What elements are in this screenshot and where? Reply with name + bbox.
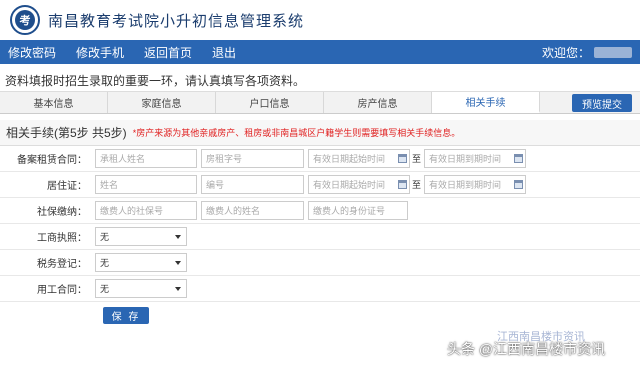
chevron-down-icon xyxy=(175,287,181,291)
tab-property-info[interactable]: 房产信息 xyxy=(324,92,432,113)
step-tabs: 基本信息 家庭信息 户口信息 房产信息 相关手续 预览提交 xyxy=(0,92,640,114)
tax-registration-row: 税务登记： 无 xyxy=(0,250,640,276)
welcome-area: 欢迎您： xyxy=(542,40,632,64)
employment-contract-row: 用工合同： 无 xyxy=(0,276,640,302)
residence-permit-row: 居住证： 姓名 编号 有效日期起始时间 至 有效日期到期时间 xyxy=(0,172,640,198)
residence-end-date-input[interactable]: 有效日期到期时间 xyxy=(424,175,527,194)
chevron-down-icon xyxy=(175,235,181,239)
nav-change-password[interactable]: 修改密码 xyxy=(8,44,56,61)
date-range-to-label: 至 xyxy=(412,180,422,190)
chevron-down-icon xyxy=(175,261,181,265)
social-security-number-input[interactable]: 缴费人的社保号 xyxy=(95,201,197,220)
step-note: *房产来源为其他亲戚房产、租房或非南昌城区户籍学生则需要填写相关手续信息。 xyxy=(132,128,461,138)
tab-related-procedures[interactable]: 相关手续 xyxy=(432,92,540,113)
calendar-icon[interactable] xyxy=(398,154,407,163)
employment-contract-label: 用工合同： xyxy=(37,285,87,296)
lease-start-date-input[interactable]: 有效日期起始时间 xyxy=(308,149,410,168)
tax-registration-select[interactable]: 无 xyxy=(95,253,187,272)
lease-contract-row: 备案租赁合同： 承租人姓名 房租字号 有效日期起始时间 至 有效日期到期时间 xyxy=(0,146,640,172)
nav-change-phone[interactable]: 修改手机 xyxy=(76,44,124,61)
tax-registration-label: 税务登记： xyxy=(37,259,87,270)
tab-family-info[interactable]: 家庭信息 xyxy=(108,92,216,113)
lessee-name-input[interactable]: 承租人姓名 xyxy=(95,149,197,168)
lease-end-date-placeholder: 有效日期到期时间 xyxy=(429,154,502,164)
date-range-to-label: 至 xyxy=(412,154,422,164)
step-header: 相关手续(第5步 共5步) *房产来源为其他亲戚房产、租房或非南昌城区户籍学生则… xyxy=(0,120,640,146)
calendar-icon[interactable] xyxy=(398,180,407,189)
lease-start-date-placeholder: 有效日期起始时间 xyxy=(313,154,386,164)
employment-contract-value: 无 xyxy=(100,284,110,294)
payer-name-input[interactable]: 缴费人的姓名 xyxy=(201,201,304,220)
calendar-icon[interactable] xyxy=(514,154,524,163)
username-redacted xyxy=(594,46,632,58)
preview-submit-button[interactable]: 预览提交 xyxy=(572,94,632,112)
business-license-select[interactable]: 无 xyxy=(95,227,187,246)
tab-basic-info[interactable]: 基本信息 xyxy=(0,92,108,113)
business-license-row: 工商执照： 无 xyxy=(0,224,640,250)
save-row: 保 存 xyxy=(0,302,640,328)
residence-start-date-input[interactable]: 有效日期起始时间 xyxy=(308,175,410,194)
lease-contract-label: 备案租赁合同： xyxy=(17,155,87,166)
step-title: 相关手续(第5步 共5步) xyxy=(6,126,127,140)
procedures-form: 备案租赁合同： 承租人姓名 房租字号 有效日期起始时间 至 有效日期到期时间 居… xyxy=(0,146,640,328)
tab-household-info[interactable]: 户口信息 xyxy=(216,92,324,113)
social-security-label: 社保缴纳： xyxy=(37,207,87,218)
payer-id-input[interactable]: 缴费人的身份证号 xyxy=(308,201,408,220)
notice-text: 资料填报时招生录取的重要一环，请认真填写各项资料。 xyxy=(0,70,640,92)
lease-number-input[interactable]: 房租字号 xyxy=(201,149,304,168)
calendar-icon[interactable] xyxy=(514,180,524,189)
lease-end-date-input[interactable]: 有效日期到期时间 xyxy=(424,149,527,168)
residence-name-input[interactable]: 姓名 xyxy=(95,175,197,194)
app-title: 南昌教育考试院小升初信息管理系统 xyxy=(48,12,305,30)
tax-registration-value: 无 xyxy=(100,258,110,268)
nav-logout[interactable]: 退出 xyxy=(212,44,236,61)
top-navbar: 修改密码 修改手机 返回首页 退出 欢迎您： xyxy=(0,40,640,64)
social-security-row: 社保缴纳： 缴费人的社保号 缴费人的姓名 缴费人的身份证号 xyxy=(0,198,640,224)
nav-home[interactable]: 返回首页 xyxy=(144,44,192,61)
residence-start-date-placeholder: 有效日期起始时间 xyxy=(313,180,386,190)
watermark-bottom: 头条 @江西南昌楼市资讯 xyxy=(447,341,606,357)
logo: 考 xyxy=(10,5,40,35)
employment-contract-select[interactable]: 无 xyxy=(95,279,187,298)
business-license-value: 无 xyxy=(100,232,110,242)
residence-permit-label: 居住证： xyxy=(47,181,87,192)
save-button[interactable]: 保 存 xyxy=(103,306,149,324)
residence-end-date-placeholder: 有效日期到期时间 xyxy=(429,180,502,190)
business-license-label: 工商执照： xyxy=(37,233,87,244)
logo-emblem-icon: 考 xyxy=(15,10,35,30)
residence-number-input[interactable]: 编号 xyxy=(201,175,304,194)
welcome-text: 欢迎您： xyxy=(541,45,590,60)
app-header: 考 南昌教育考试院小升初信息管理系统 xyxy=(0,0,640,40)
